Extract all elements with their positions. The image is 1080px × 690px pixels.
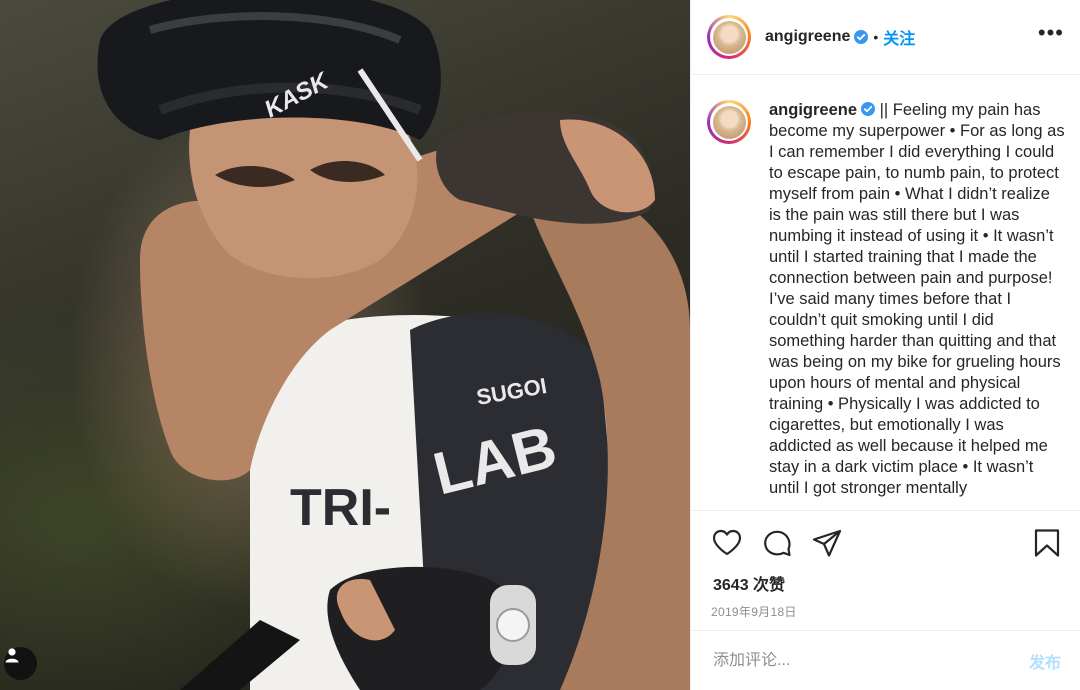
verified-badge-icon: [854, 30, 869, 44]
post-date: 2019年9月18日: [711, 605, 797, 619]
caption-username[interactable]: angigreene: [769, 101, 857, 119]
caption-body: || Feeling my pain has become my superpo…: [769, 101, 1065, 497]
heart-icon[interactable]: [711, 527, 743, 559]
more-options-button[interactable]: •••: [1038, 22, 1064, 52]
post-actions: 3643 次赞 2019年9月18日: [691, 510, 1080, 630]
post-photo[interactable]: TRI- LAB SUGOI KASK: [0, 0, 690, 690]
comments-area[interactable]: angigreene || Feeling my pain has become…: [691, 76, 1080, 510]
verified-badge-icon: [861, 102, 876, 116]
jersey-text-left: TRI-: [290, 479, 391, 537]
paper-plane-icon[interactable]: [811, 527, 843, 559]
caption-avatar[interactable]: [707, 100, 751, 144]
action-icon-row: [711, 527, 1063, 559]
follow-button[interactable]: 关注: [883, 25, 915, 49]
avatar[interactable]: [707, 15, 751, 59]
post-header: angigreene • 关注 •••: [691, 0, 1080, 75]
caption: angigreene || Feeling my pain has become…: [769, 100, 1065, 499]
comment-box: 发布: [691, 630, 1080, 690]
separator-dot: •: [873, 29, 879, 45]
comment-input[interactable]: [713, 651, 1029, 670]
header-username[interactable]: angigreene: [765, 28, 850, 46]
user-icon: [5, 648, 19, 663]
like-count[interactable]: 3643 次赞: [713, 571, 785, 595]
post-side-panel: angigreene • 关注 ••• angigreene || Feelin…: [690, 0, 1080, 690]
cyclist-illustration: TRI- LAB SUGOI KASK: [97, 0, 690, 690]
caption-row: angigreene || Feeling my pain has become…: [707, 100, 1065, 499]
comment-bubble-icon[interactable]: [761, 527, 793, 559]
bookmark-icon[interactable]: [1031, 527, 1063, 559]
post-comment-button[interactable]: 发布: [1029, 649, 1061, 673]
user-tag-button[interactable]: [4, 647, 37, 680]
